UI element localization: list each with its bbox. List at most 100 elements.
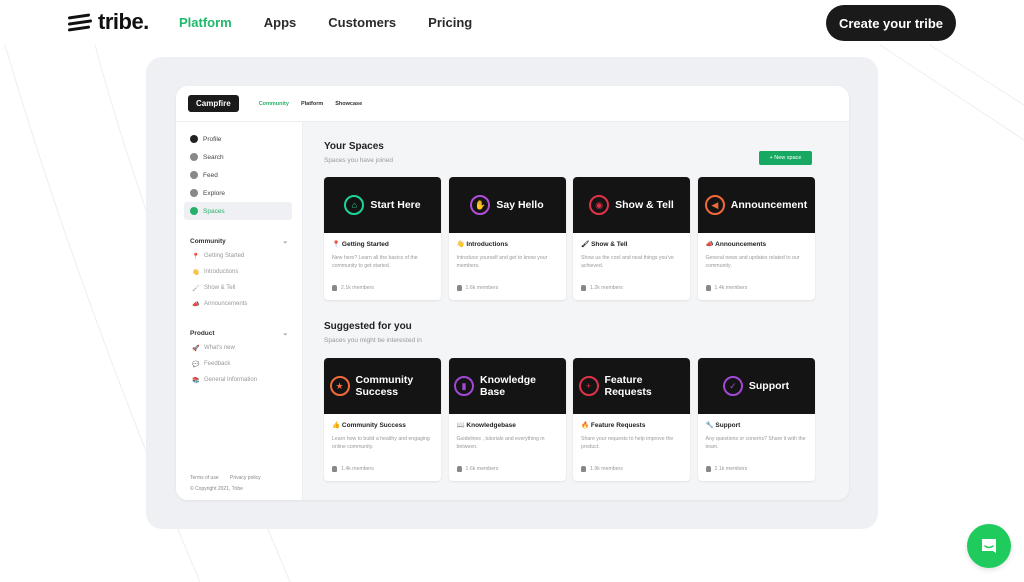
wave-person-icon: ✋ (470, 195, 491, 215)
space-emoji-icon: 📖 (456, 422, 465, 429)
member-count-label: 1.6k members (465, 285, 499, 291)
space-card-body: 📣 Announcements General news and updates … (698, 233, 815, 298)
banner-title: Announcement (730, 199, 808, 211)
space-name-label: Getting Started (341, 241, 389, 248)
nav-link-apps[interactable]: Apps (264, 15, 297, 31)
space-card[interactable]: ⌂ Start Here 📍 Getting Started New here? Le… (324, 177, 441, 300)
space-name: 📖 Knowledgebase (457, 421, 558, 429)
sidebar-item-label: Spaces (203, 207, 225, 215)
space-card[interactable]: ▮ Knowledge Base 📖 Knowledgebase Guidelines… (448, 358, 566, 481)
member-count: 1.4k members (705, 285, 807, 291)
sidebar-item-label: Search (203, 153, 224, 161)
chat-launcher-button[interactable] (967, 524, 1011, 568)
create-tribe-button[interactable]: Create your tribe (826, 5, 956, 41)
sidebar-subitem[interactable]: 🚀 What's new (176, 340, 302, 356)
space-name: 👋 Introductions (457, 240, 558, 248)
banner-title: Feature Requests (604, 374, 652, 398)
space-card[interactable]: ✋ Say Hello 👋 Introductions Introduce yours… (448, 177, 566, 300)
space-banner: + Feature Requests (573, 358, 690, 414)
main-nav: Platform Apps Customers Pricing (179, 15, 504, 31)
space-description: Any questions or conerns? Share it with … (705, 436, 806, 450)
space-card-body: 📍 Getting Started New here? Learn all the… (324, 233, 441, 298)
space-description: Learn how to build a healthy and engagin… (332, 436, 430, 450)
member-count: 2.1k members (332, 285, 433, 291)
sidebar-item-profile[interactable]: Profile (176, 130, 302, 148)
check-icon: ✓ (722, 376, 743, 396)
sidebar-item-feed[interactable]: Feed (176, 166, 302, 184)
space-name: 👍 Community Success (332, 421, 433, 429)
subitem-label: General Information (204, 377, 258, 383)
sidebar-subitem[interactable]: 📚 General Information (176, 372, 302, 388)
space-emoji-icon: 👋 (456, 241, 465, 248)
sidebar-primary-nav: Profile Search Feed Explore Spaces (176, 130, 302, 220)
sidebar-section-product: Product ⌄ 🚀 What's new 💬 Feedback 📚 General Inf… (176, 326, 302, 388)
banner-title: Community Success (355, 374, 414, 398)
new-space-button[interactable]: + New space (759, 151, 812, 165)
feed-icon (190, 171, 198, 179)
eye-icon: ◉ (589, 195, 610, 215)
app-tab-community[interactable]: Community (259, 101, 289, 107)
sidebar-subitem[interactable]: 🖌 Show & Tell (176, 280, 302, 296)
nav-link-pricing[interactable]: Pricing (428, 15, 472, 31)
sidebar-subitem[interactable]: 📍 Getting Started (176, 248, 302, 264)
space-card[interactable]: ◉ Show & Tell 🖌 Show & Tell Show us the coo… (573, 177, 690, 300)
space-card[interactable]: ✓ Support 🔧 Support Any questions or conern… (697, 358, 815, 481)
your-spaces-title: Your Spaces (324, 141, 384, 152)
tribe-logo[interactable]: tribe. (68, 11, 149, 33)
your-spaces-subtitle: Spaces you have joined (324, 157, 394, 164)
space-name-label: Introductions (466, 241, 508, 248)
app-tab-platform[interactable]: Platform (301, 101, 323, 107)
privacy-link[interactable]: Privacy policy (230, 475, 261, 481)
sidebar-section-header[interactable]: Product ⌄ (176, 326, 302, 340)
member-count-label: 1.2k members (590, 285, 623, 291)
sidebar-section-header[interactable]: Community ⌄ (176, 234, 302, 248)
sidebar-item-explore[interactable]: Explore (176, 184, 302, 202)
spaces-main: Your Spaces Spaces you have joined + New… (303, 122, 849, 500)
emoji-icon: 📍 (192, 253, 200, 260)
space-description: Show us the cool and neat things you've … (581, 255, 674, 269)
subitem-label: Feedback (204, 361, 231, 367)
sidebar-subitem[interactable]: 💬 Feedback (176, 356, 302, 372)
banner-title: Support (748, 380, 790, 392)
space-name: 📣 Announcements (706, 240, 807, 248)
space-emoji-icon: 🖌 (581, 241, 590, 248)
space-emoji-icon: 🔥 (581, 422, 590, 429)
nav-link-customers[interactable]: Customers (328, 15, 396, 31)
star-icon: ★ (329, 376, 350, 396)
app-tab-showcase[interactable]: Showcase (335, 101, 362, 107)
chevron-down-icon: ⌄ (282, 238, 288, 245)
space-banner: ◉ Show & Tell (573, 177, 690, 233)
space-card-body: 👋 Introductions Introduce yourself and ge… (449, 233, 566, 298)
spaces-icon (190, 207, 198, 215)
space-banner: ⌂ Start Here (324, 177, 441, 233)
space-card[interactable]: ◀ Announcement 📣 Announcements General news… (697, 177, 815, 300)
members-icon (456, 285, 462, 291)
member-count: 1.6k members (456, 466, 558, 472)
space-card[interactable]: ★ Community Success 👍 Community Success Lea… (324, 358, 441, 481)
member-count: 1.4k members (332, 466, 433, 472)
banner-title: Knowledge Base (480, 374, 537, 398)
terms-link[interactable]: Terms of use (190, 475, 219, 481)
space-name: 🔧 Support (706, 421, 807, 429)
brand-name: tribe. (98, 9, 149, 34)
campfire-logo[interactable]: Campfire (188, 95, 239, 112)
top-navigation: tribe. Platform Apps Customers Pricing Crea… (0, 0, 1024, 46)
subitem-label: Announcements (204, 301, 248, 307)
nav-link-platform[interactable]: Platform (179, 15, 232, 31)
members-icon (705, 466, 711, 472)
sidebar-item-spaces[interactable]: Spaces (184, 202, 292, 220)
members-icon (581, 466, 586, 472)
space-banner: ✋ Say Hello (448, 177, 566, 233)
sidebar-subitem[interactable]: 📣 Announcements (176, 296, 302, 312)
space-emoji-icon: 👍 (332, 422, 341, 429)
sidebar-footer: Terms of use Privacy policy © Copyright … (190, 475, 271, 492)
banner-title: Say Hello (496, 199, 544, 211)
space-card[interactable]: + Feature Requests 🔥 Feature Requests Share… (573, 358, 690, 481)
sidebar-item-search[interactable]: Search (176, 148, 302, 166)
members-icon (332, 466, 337, 472)
space-name: 🖌 Show & Tell (581, 240, 682, 248)
section-title: Product (190, 329, 215, 337)
space-description: Share your requests to help improve the … (581, 436, 674, 450)
emoji-icon: 💬 (192, 361, 200, 368)
sidebar-subitem[interactable]: 👋 Introductions (176, 264, 302, 280)
